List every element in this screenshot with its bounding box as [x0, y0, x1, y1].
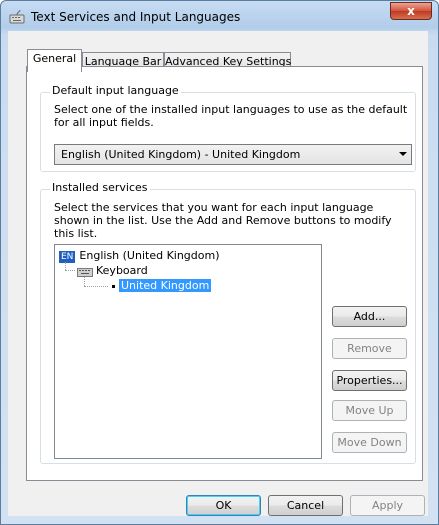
- tree-connector: [84, 286, 108, 287]
- tab-general-label: General: [32, 52, 77, 65]
- default-input-language-label: Default input language: [50, 84, 181, 97]
- tree-item-layout-label: United Kingdom: [119, 279, 212, 292]
- default-input-language-value: English (United Kingdom) - United Kingdo…: [61, 148, 301, 161]
- tree-item-language-label: English (United Kingdom): [79, 249, 220, 262]
- chevron-down-icon[interactable]: [399, 152, 407, 156]
- installed-services-label: Installed services: [50, 181, 150, 194]
- tree-item-keyboard[interactable]: Keyboard: [77, 264, 148, 278]
- title-bar[interactable]: Text Services and Input Languages x: [1, 1, 438, 32]
- tree-item-layout[interactable]: United Kingdom: [112, 279, 212, 293]
- tree-connector: [84, 277, 85, 286]
- tree-item-language[interactable]: EN English (United Kingdom): [59, 249, 220, 263]
- bullet-icon: [112, 284, 115, 288]
- keyboard-app-icon: [9, 9, 25, 24]
- move-down-button[interactable]: Move Down: [332, 432, 407, 453]
- ok-button[interactable]: OK: [186, 495, 261, 516]
- properties-button[interactable]: Properties...: [332, 370, 407, 391]
- installed-services-tree[interactable]: EN English (United Kingdom) Keyboard Unit…: [54, 244, 322, 459]
- tree-item-keyboard-label: Keyboard: [96, 264, 148, 277]
- add-button[interactable]: Add...: [332, 306, 407, 327]
- window-title: Text Services and Input Languages: [31, 10, 241, 24]
- default-input-language-dropdown[interactable]: English (United Kingdom) - United Kingdo…: [54, 144, 412, 165]
- tree-connector: [65, 262, 66, 270]
- language-badge-icon: EN: [59, 251, 76, 263]
- remove-button[interactable]: Remove: [332, 338, 407, 359]
- close-button[interactable]: x: [390, 2, 432, 20]
- apply-button[interactable]: Apply: [350, 495, 425, 516]
- installed-services-description: Select the services that you want for ea…: [54, 201, 392, 240]
- move-up-button[interactable]: Move Up: [332, 400, 407, 421]
- keyboard-icon: [77, 267, 93, 277]
- tree-connector: [65, 270, 75, 271]
- close-icon: x: [407, 4, 415, 18]
- default-input-language-description: Select one of the installed input langua…: [54, 103, 408, 129]
- tab-general[interactable]: General: [27, 49, 82, 72]
- cancel-button[interactable]: Cancel: [268, 495, 343, 516]
